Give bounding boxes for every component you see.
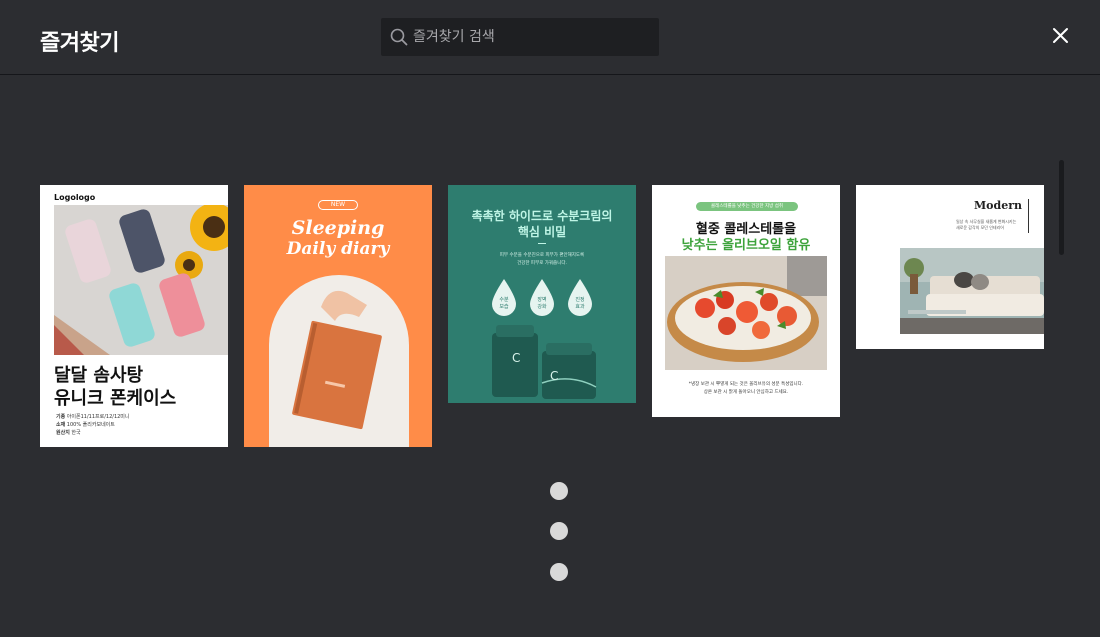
drop-badge: 수분 보습 [490, 279, 518, 317]
drop-label: 수분 [499, 297, 509, 303]
card-body-line2: 상온 보관 시 맑게 돌아오니 안심하고 드세요. [703, 390, 789, 395]
spec-label: 기종 [56, 414, 66, 420]
dot [550, 563, 568, 581]
diary-photo [269, 275, 409, 447]
bruschetta-photo [665, 256, 827, 370]
search-box[interactable] [381, 18, 659, 56]
card-headline-line2: 낮추는 올리브오일 함유 [681, 238, 811, 253]
cream-jars [492, 325, 597, 399]
spec-row: 원산지 한국 [56, 429, 81, 436]
spec-label: 원산지 [56, 430, 70, 436]
drop-label: 진정 [575, 297, 585, 303]
page-title: 즐겨찾기 [40, 31, 119, 56]
jar-letter: C [512, 351, 521, 365]
spec-value: 한국 [71, 430, 81, 436]
drop-label: 보습 [499, 304, 509, 310]
drop-label: 효과 [575, 304, 585, 310]
divider [538, 243, 546, 244]
more-vertical-icon[interactable] [550, 482, 570, 582]
card-headline-line1: 촉촉한 하이드로 수분크림의 [471, 209, 613, 223]
favorite-card-olive[interactable]: 콜레스테롤을 낮추는 건강한 지방 섭취 혈중 콜레스테롤을 낮추는 올리브오일… [652, 185, 840, 417]
spec-row: 소재 100% 폴리카보네이트 [56, 421, 115, 428]
spec-label: 소재 [56, 422, 66, 428]
card-body-line2: 새로운 감각의 모던 인테리어 [956, 225, 1004, 230]
search-icon [390, 28, 408, 46]
favorite-card-cream[interactable]: 촉촉한 하이드로 수분크림의 핵심 비밀 피부 수분을 수분진으로 피부가 편안… [448, 185, 636, 403]
card-title-line2: Daily diary [286, 239, 390, 259]
card-body-line1: 피부 수분을 수분진으로 피부가 편안해지도록 [499, 253, 585, 258]
divider [1028, 199, 1029, 233]
close-icon[interactable] [1048, 23, 1072, 47]
favorite-card-diary[interactable]: NEW Sleeping Daily diary [244, 185, 432, 447]
spec-value: 100% 폴리카보네이트 [66, 422, 115, 428]
jar-letter: C [550, 369, 559, 383]
drop-badge: 진정 효과 [566, 279, 594, 317]
card-title: Modern [974, 199, 1022, 212]
new-badge: NEW [318, 200, 358, 210]
search-input[interactable] [413, 29, 659, 45]
favorite-card-phonecase[interactable]: Logologo 달달 솜사탕 유니크 폰케이스 기종 아이폰11/11프로/1… [40, 185, 228, 447]
spec-value: 아이폰11/11프로/12/12미니 [66, 414, 130, 420]
card-tag: 콜레스테롤을 낮추는 건강한 지방 섭취 [696, 202, 798, 211]
spec-row: 기종 아이폰11/11프로/12/12미니 [56, 413, 130, 420]
sofa-photo [900, 248, 1044, 334]
phonecase-photo [54, 205, 228, 365]
card-title-line1: Sleeping [291, 217, 385, 239]
card-logo: Logologo [54, 193, 96, 202]
card-headline-line2: 유니크 폰케이스 [54, 388, 177, 409]
card-body-line1: *냉장 보관 시 뿌옇게 되는 것은 올리브유의 성분 특성입니다. [688, 382, 804, 387]
card-body-line2: 건강한 피부로 가꿔줍니다. [517, 261, 567, 266]
favorite-card-modern[interactable]: Modern 일상 속 사무실을 새롭게 변화시키는 새로운 감각의 모던 인테… [856, 185, 1044, 349]
scrollbar-thumb[interactable] [1059, 160, 1064, 255]
drop-label: 장벽 [537, 297, 547, 303]
header-bar: 즐겨찾기 [0, 0, 1100, 75]
drop-badge: 장벽 강화 [528, 279, 556, 317]
dot [550, 482, 568, 500]
card-headline-line2: 핵심 비밀 [517, 225, 567, 239]
drop-label: 강화 [537, 304, 547, 310]
dot [550, 522, 568, 540]
